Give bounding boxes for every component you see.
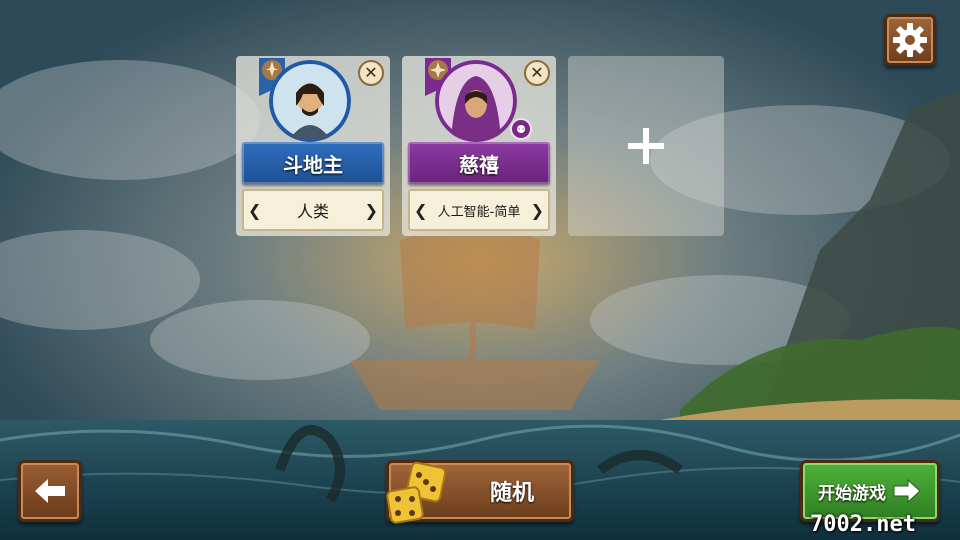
watermark: 7002.net: [810, 512, 916, 537]
back-button[interactable]: [18, 460, 82, 522]
player-type-selector: ❮ 人类 ❯: [242, 189, 384, 231]
robot-icon: ⚉: [510, 118, 532, 140]
random-label: 随机: [489, 481, 534, 506]
add-player-slot[interactable]: [568, 56, 724, 236]
gear-icon: [893, 23, 927, 57]
arrow-right-icon: [893, 478, 921, 504]
start-game-label: 开始游戏: [818, 483, 886, 504]
player-name: 斗地主: [242, 142, 384, 184]
random-button[interactable]: 随机: [386, 460, 574, 524]
plus-icon: [628, 128, 664, 164]
knight-avatar: [269, 60, 351, 142]
player-name: 慈禧: [408, 142, 550, 184]
remove-player-button[interactable]: ✕: [358, 60, 384, 86]
player-type-label: 人工智能-简单: [437, 204, 521, 220]
player-type-selector: ❮ 人工智能-简单 ❯: [408, 189, 550, 231]
hooded-assassin-avatar: [435, 60, 517, 142]
previous-type-button[interactable]: ❮: [248, 201, 261, 220]
arrow-left-icon: [35, 479, 65, 503]
next-type-button[interactable]: ❯: [531, 201, 544, 220]
remove-player-button[interactable]: ✕: [524, 60, 550, 86]
previous-type-button[interactable]: ❮: [414, 201, 427, 220]
next-type-button[interactable]: ❯: [365, 201, 378, 220]
settings-button[interactable]: [884, 14, 936, 66]
player-card-2: ✕ ⚉ 慈禧 ❮ 人工智能-简单 ❯: [402, 56, 556, 236]
dice-icon: [386, 461, 447, 524]
player-card-1: ✕ 斗地主 ❮ 人类 ❯: [236, 56, 390, 236]
player-type-label: 人类: [296, 202, 329, 221]
